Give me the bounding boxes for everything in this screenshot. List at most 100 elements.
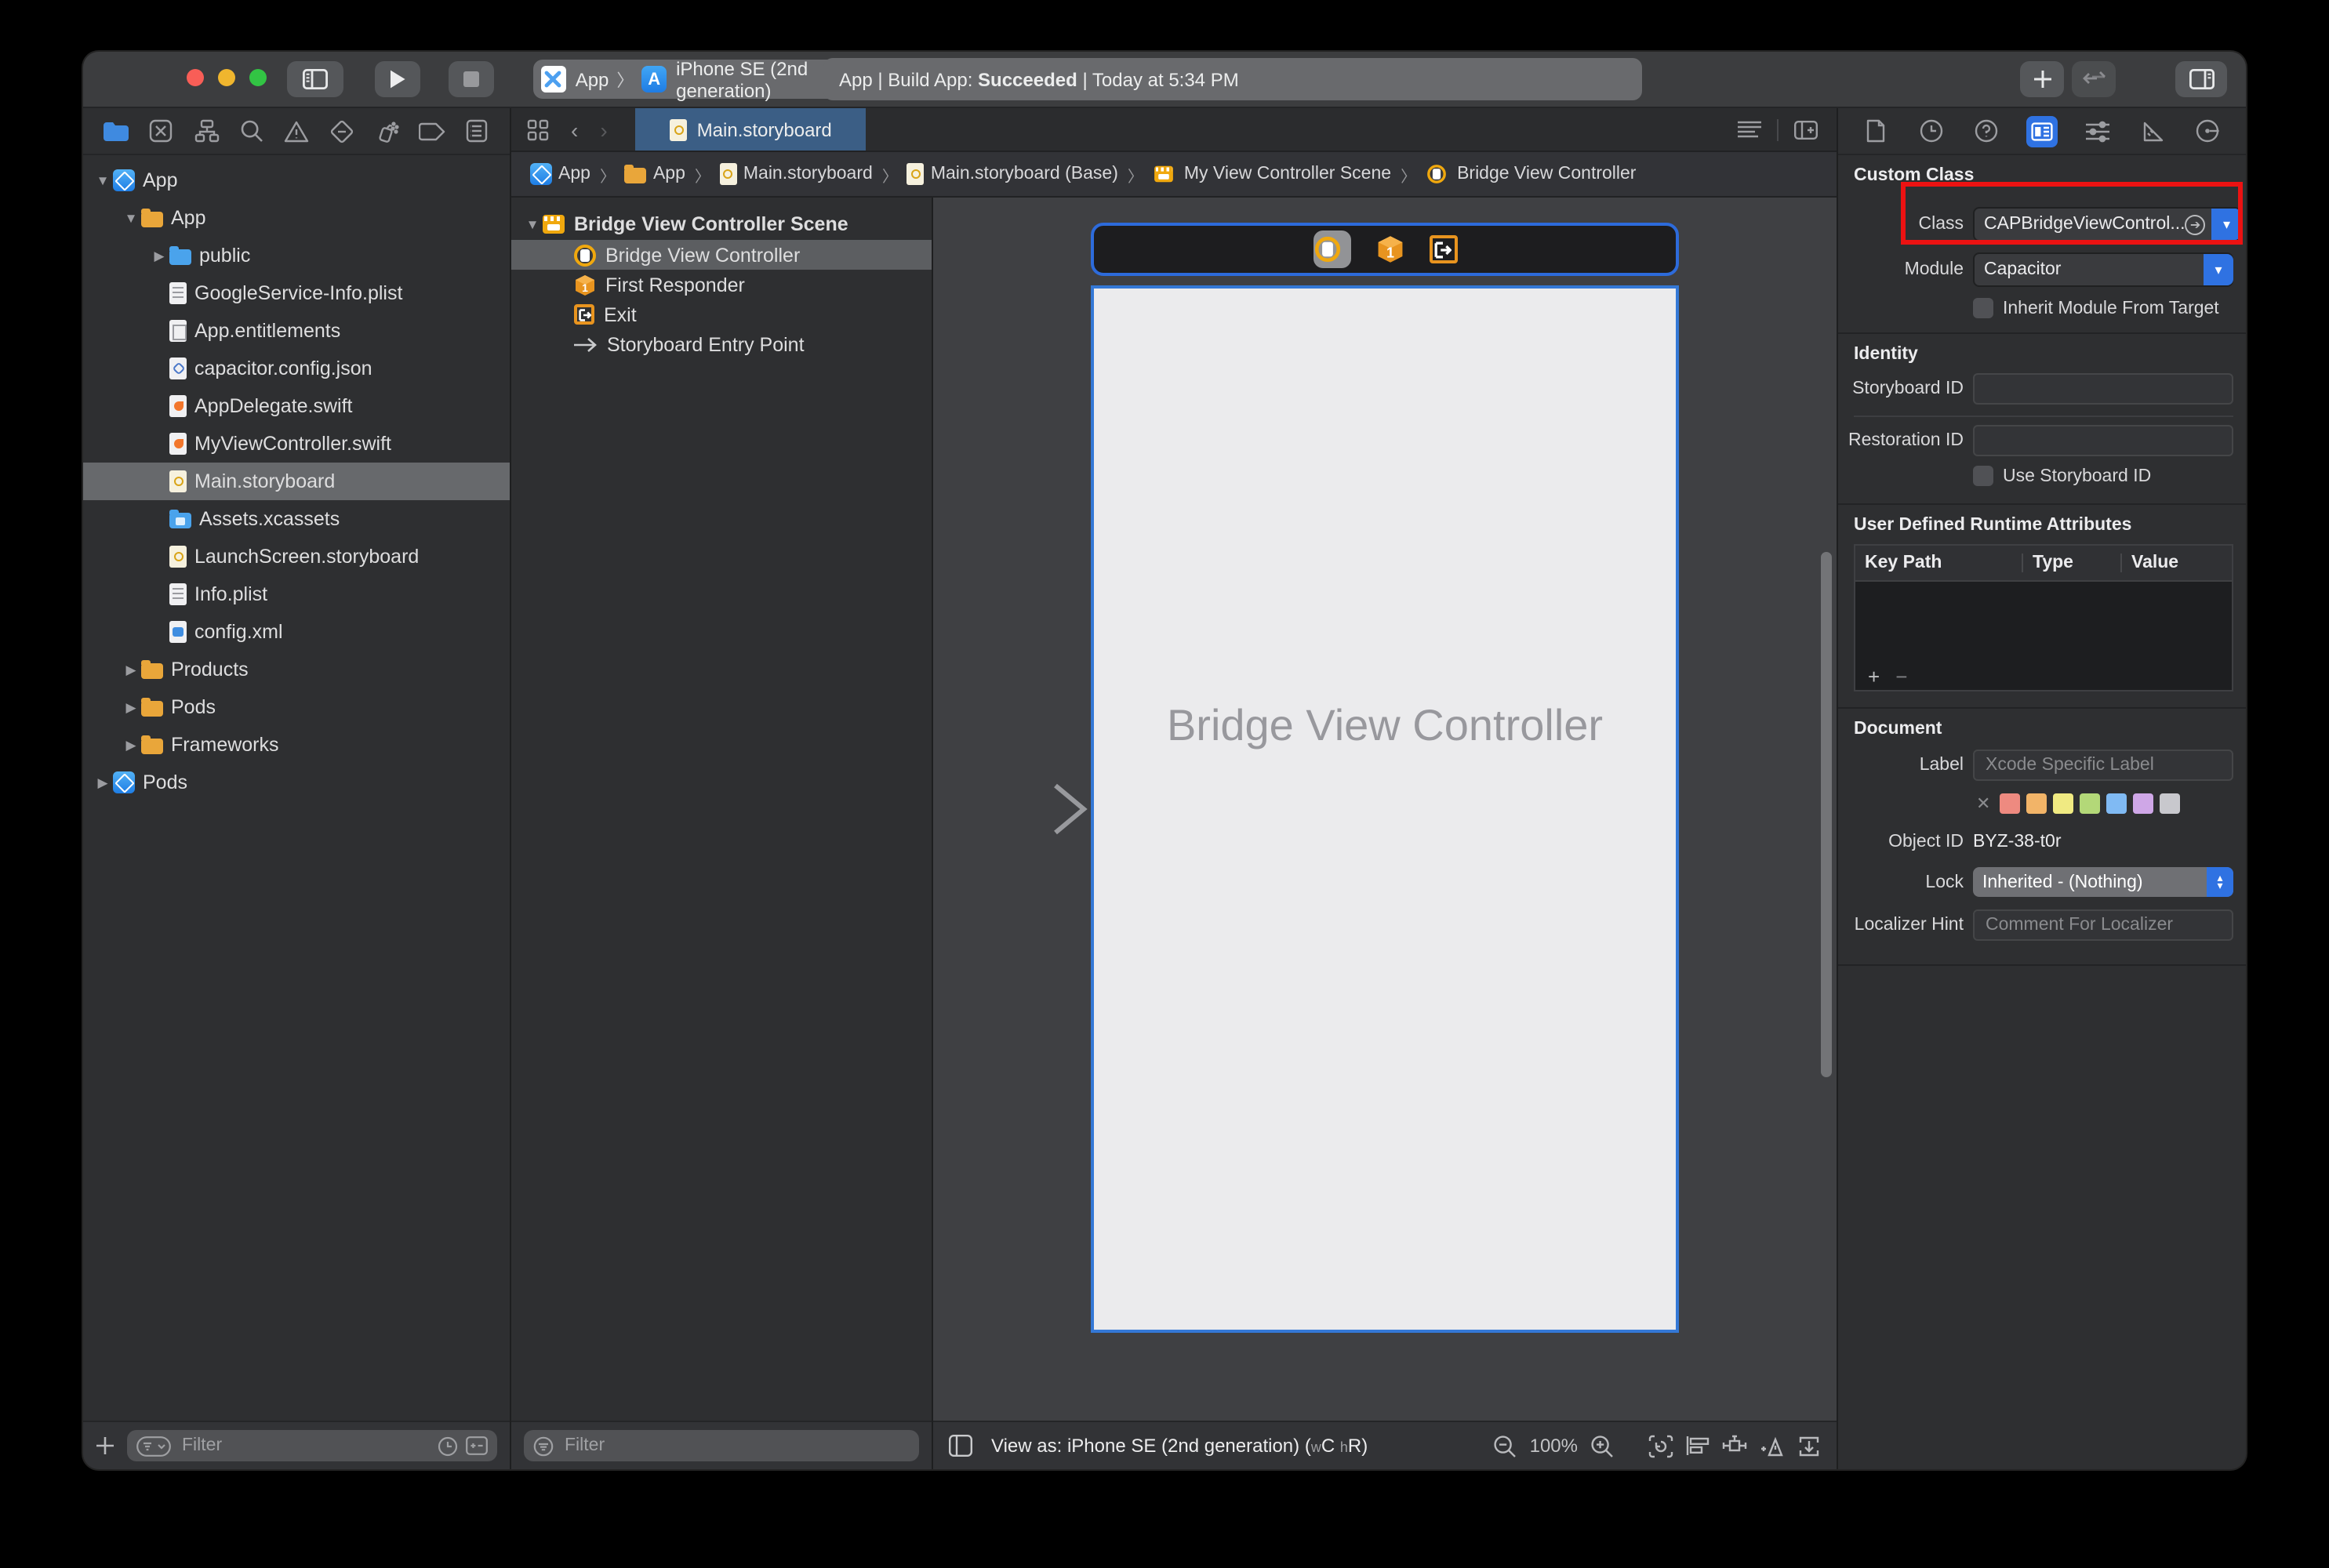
add-editor-button[interactable] xyxy=(1794,120,1818,139)
disclosure-right-icon[interactable]: ▶ xyxy=(149,247,169,264)
close-window-button[interactable] xyxy=(187,69,204,86)
module-dropdown-button[interactable]: ▾ xyxy=(2204,254,2233,285)
editor-options-icon[interactable] xyxy=(1738,121,1761,138)
add-file-button[interactable] xyxy=(96,1436,114,1455)
disclosure-right-icon[interactable]: ▶ xyxy=(121,736,141,753)
align-button[interactable] xyxy=(1686,1435,1710,1457)
storyboard-entry-point-arrow[interactable] xyxy=(943,782,1093,836)
restoration-id-input[interactable] xyxy=(1982,430,2224,452)
zoom-level-label[interactable]: 100% xyxy=(1530,1435,1578,1457)
breakpoint-navigator-icon[interactable] xyxy=(418,117,446,145)
filter-input[interactable] xyxy=(561,1435,910,1457)
file-row-products[interactable]: ▶ Products xyxy=(83,651,510,688)
forward-button[interactable]: › xyxy=(600,117,607,142)
no-color-button[interactable]: ✕ xyxy=(1976,793,1990,814)
debug-navigator-icon[interactable] xyxy=(372,117,401,145)
file-row-googleservice-plist[interactable]: GoogleService-Info.plist xyxy=(83,274,510,312)
color-swatch-blue[interactable] xyxy=(2106,793,2127,814)
view-controller-view[interactable] xyxy=(1091,285,1679,1333)
file-row-myviewcontroller[interactable]: MyViewController.swift xyxy=(83,425,510,463)
identity-inspector-icon[interactable] xyxy=(2026,115,2058,147)
embed-button[interactable] xyxy=(1797,1434,1821,1457)
file-row-pods-folder[interactable]: ▶ Pods xyxy=(83,688,510,726)
outline-row-scene[interactable]: ▼ Bridge View Controller Scene xyxy=(511,207,932,240)
storyboard-id-field[interactable] xyxy=(1973,373,2233,405)
device-bar-toggle-icon[interactable] xyxy=(949,1435,972,1457)
add-attribute-button[interactable]: + xyxy=(1868,665,1880,688)
color-swatch-yellow[interactable] xyxy=(2053,793,2073,814)
library-button[interactable] xyxy=(2020,61,2064,97)
project-navigator-icon[interactable] xyxy=(102,117,130,145)
jumpbar-item-group[interactable]: App xyxy=(625,165,685,183)
toggle-inspectors-button[interactable] xyxy=(2175,61,2227,97)
file-row-app-project[interactable]: ▼ App xyxy=(83,162,510,199)
runtime-attributes-body[interactable] xyxy=(1855,582,2232,663)
lock-stepper-button[interactable]: ▴▾ xyxy=(2207,867,2233,897)
first-responder-dock-icon[interactable]: 1 xyxy=(1375,235,1404,263)
color-swatch-purple[interactable] xyxy=(2133,793,2153,814)
tab-main-storyboard[interactable]: Main.storyboard xyxy=(636,108,867,151)
document-label-input[interactable] xyxy=(1982,754,2224,776)
editor-arrows-button[interactable] xyxy=(2072,61,2116,97)
jumpbar-item-storyboard[interactable]: Main.storyboard xyxy=(720,163,873,185)
color-swatch-red[interactable] xyxy=(2000,793,2020,814)
disclosure-down-icon[interactable]: ▼ xyxy=(522,216,543,231)
use-storyboard-id-checkbox[interactable] xyxy=(1973,466,1993,486)
jumpbar-item-view-controller[interactable]: Bridge View Controller xyxy=(1426,163,1636,185)
file-row-app-folder[interactable]: ▼ App xyxy=(83,199,510,237)
disclosure-right-icon[interactable]: ▶ xyxy=(93,774,113,791)
attributes-inspector-icon[interactable] xyxy=(2082,115,2113,147)
disclosure-down-icon[interactable]: ▼ xyxy=(93,172,113,188)
file-row-main-storyboard[interactable]: Main.storyboard xyxy=(83,463,510,500)
connections-inspector-icon[interactable] xyxy=(2193,115,2224,147)
document-label-field[interactable] xyxy=(1973,750,2233,781)
module-combo-field[interactable]: Capacitor ▾ xyxy=(1973,252,2233,287)
file-inspector-icon[interactable] xyxy=(1860,115,1891,147)
file-row-appdelegate[interactable]: AppDelegate.swift xyxy=(83,387,510,425)
color-swatch-green[interactable] xyxy=(2080,793,2100,814)
runtime-attributes-table[interactable]: Key Path Type Value + − xyxy=(1854,544,2233,691)
jumpbar-item-storyboard-base[interactable]: Main.storyboard (Base) xyxy=(907,163,1118,185)
view-as-label[interactable]: View as: iPhone SE (2nd generation) (wC … xyxy=(991,1435,1368,1457)
file-row-frameworks[interactable]: ▶ Frameworks xyxy=(83,726,510,764)
file-row-info-plist[interactable]: Info.plist xyxy=(83,575,510,613)
history-inspector-icon[interactable] xyxy=(1916,115,1947,147)
zoom-out-button[interactable] xyxy=(1494,1434,1517,1457)
jumpbar-item-project[interactable]: App xyxy=(530,163,590,185)
localizer-hint-field[interactable] xyxy=(1973,909,2233,941)
color-swatch-orange[interactable] xyxy=(2026,793,2047,814)
minimize-window-button[interactable] xyxy=(218,69,235,86)
zoom-in-button[interactable] xyxy=(1590,1434,1614,1457)
file-row-entitlements[interactable]: App.entitlements xyxy=(83,312,510,350)
run-button[interactable] xyxy=(375,61,420,97)
outline-row-exit[interactable]: Exit xyxy=(511,299,932,329)
filter-menu-icon[interactable] xyxy=(136,1436,171,1456)
source-control-status-icon[interactable] xyxy=(466,1436,488,1455)
disclosure-right-icon[interactable]: ▶ xyxy=(121,661,141,678)
test-navigator-icon[interactable] xyxy=(328,117,356,145)
file-row-capacitor-config[interactable]: capacitor.config.json xyxy=(83,350,510,387)
update-frames-button[interactable] xyxy=(1648,1434,1673,1457)
disclosure-right-icon[interactable]: ▶ xyxy=(121,699,141,716)
outline-row-first-responder[interactable]: 1 First Responder xyxy=(511,270,932,299)
remove-attribute-button[interactable]: − xyxy=(1895,665,1907,688)
view-controller-dock-icon[interactable] xyxy=(1313,230,1350,268)
symbol-navigator-icon[interactable] xyxy=(192,117,220,145)
file-row-config-xml[interactable]: config.xml xyxy=(83,613,510,651)
lock-popup[interactable]: Inherited - (Nothing) ▴▾ xyxy=(1973,867,2233,897)
file-row-assets[interactable]: Assets.xcassets xyxy=(83,500,510,538)
color-swatch-gray[interactable] xyxy=(2160,793,2180,814)
report-navigator-icon[interactable] xyxy=(463,117,491,145)
size-inspector-icon[interactable] xyxy=(2137,115,2168,147)
add-constraints-button[interactable] xyxy=(1722,1435,1747,1457)
outline-row-view-controller[interactable]: Bridge View Controller xyxy=(511,240,932,270)
exit-dock-icon[interactable] xyxy=(1429,235,1457,263)
filter-input[interactable] xyxy=(179,1435,438,1457)
issue-navigator-icon[interactable] xyxy=(282,117,311,145)
disclosure-down-icon[interactable]: ▼ xyxy=(121,210,141,226)
navigator-filter-field[interactable] xyxy=(127,1430,497,1461)
outline-row-entry-point[interactable]: Storyboard Entry Point xyxy=(511,329,932,359)
file-row-public[interactable]: ▶ public xyxy=(83,237,510,274)
outline-filter-field[interactable] xyxy=(524,1430,919,1461)
inherit-module-checkbox[interactable] xyxy=(1973,298,1993,318)
